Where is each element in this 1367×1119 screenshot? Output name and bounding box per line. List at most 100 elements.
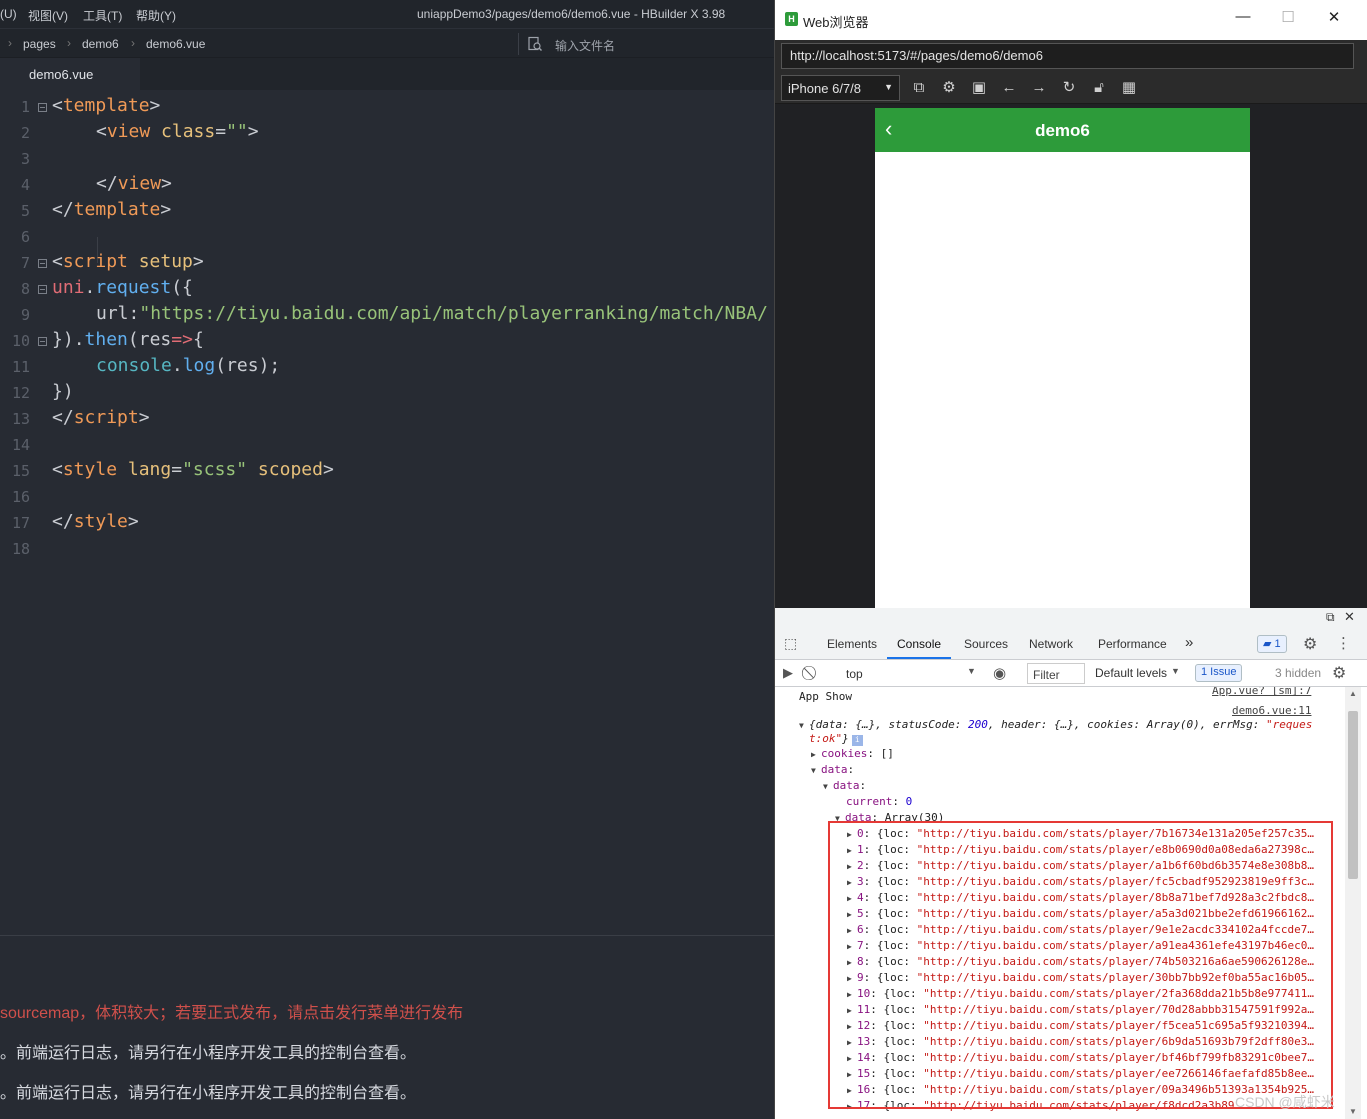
menu-item-view[interactable]: 视图(V): [28, 7, 68, 24]
hidden-count: 3 hidden: [1275, 666, 1322, 680]
info-icon[interactable]: i: [851, 735, 863, 746]
array-item-row[interactable]: ▶ 9: {loc: "http://tiyu.baidu.com/stats/p…: [847, 971, 1314, 984]
array-item-row[interactable]: ▶ 14: {loc: "http://tiyu.baidu.com/stats/…: [847, 1051, 1314, 1064]
item-url-hash: 9e1e2acdc334102a4fccde7…: [1155, 923, 1314, 936]
close-button[interactable]: ✕: [1319, 8, 1349, 30]
array-item-row[interactable]: ▶ 2: {loc: "http://tiyu.baidu.com/stats/p…: [847, 859, 1314, 872]
tab-sources[interactable]: Sources: [964, 637, 1008, 651]
fold-toggle-icon[interactable]: [38, 259, 47, 268]
maximize-button[interactable]: ☐: [1273, 8, 1303, 30]
item-loc-key: {loc:: [883, 1019, 924, 1032]
tab-demo6-vue[interactable]: demo6.vue: [0, 58, 140, 90]
tree-node-data[interactable]: ▼ data:: [811, 763, 854, 776]
console-output[interactable]: App Show App.vue? [sm]:7 demo6.vue:11 ▼{…: [775, 687, 1345, 1119]
code-line: 5 </template>: [0, 198, 774, 224]
line-number: 14: [11, 436, 30, 454]
breadcrumb-file[interactable]: demo6.vue: [146, 37, 205, 51]
item-url-prefix: "http://tiyu.baidu.com/stats/player/: [916, 859, 1156, 872]
messages-badge[interactable]: ▰ 1: [1257, 635, 1287, 653]
tab-performance[interactable]: Performance: [1098, 637, 1167, 651]
device-select[interactable]: iPhone 6/7/8 ▼: [781, 75, 900, 101]
item-index: 4: [857, 891, 864, 904]
line-number: 2: [20, 124, 30, 142]
terminal-icon[interactable]: ▣: [969, 78, 989, 98]
console-settings-icon[interactable]: ⚙: [1332, 663, 1346, 683]
array-item-row[interactable]: ▶ 5: {loc: "http://tiyu.baidu.com/stats/p…: [847, 907, 1314, 920]
item-index: 9: [857, 971, 864, 984]
back-arrow-icon[interactable]: ←: [999, 78, 1019, 98]
log-source-link[interactable]: demo6.vue:11: [1232, 704, 1311, 717]
log-response-summary-wrap: t:ok"} i: [809, 732, 863, 746]
scroll-down-icon[interactable]: ▼: [1349, 1107, 1357, 1116]
qr-code-icon[interactable]: ▦: [1119, 78, 1139, 98]
array-item-row[interactable]: ▶ 10: {loc: "http://tiyu.baidu.com/stats/…: [847, 987, 1314, 1000]
expand-caret-icon: ▼: [823, 782, 828, 791]
array-item-row[interactable]: ▶ 0: {loc: "http://tiyu.baidu.com/stats/p…: [847, 827, 1314, 840]
array-item-row[interactable]: ▶ 17: {loc: "http://tiyu.baidu.com/stats/…: [847, 1099, 1241, 1112]
scroll-thumb[interactable]: [1348, 711, 1358, 879]
tree-node-cookies[interactable]: ▶ cookies: []: [811, 747, 894, 760]
breadcrumb-demo6[interactable]: demo6: [82, 37, 119, 51]
array-item-row[interactable]: ▶ 11: {loc: "http://tiyu.baidu.com/stats/…: [847, 1003, 1314, 1016]
log-source-link[interactable]: App.vue? [sm]:7: [1212, 687, 1311, 697]
code-editor[interactable]: 1 <template> 2 <view class=""> 3 4 </vie…: [0, 90, 774, 935]
tab-elements[interactable]: Elements: [827, 637, 877, 651]
scroll-up-icon[interactable]: ▲: [1349, 689, 1357, 698]
code-line: 3: [0, 146, 774, 172]
console-log-line: 。前端运行日志，请另行在小程序开发工具的控制台查看。: [0, 1045, 417, 1062]
tree-node-data-inner[interactable]: ▼ data:: [823, 779, 866, 792]
open-external-icon[interactable]: ⧉: [909, 78, 929, 98]
code-line: 17 </style>: [0, 510, 774, 536]
phone-screen[interactable]: ‹ demo6: [875, 108, 1250, 608]
refresh-icon[interactable]: ↻: [1059, 78, 1079, 98]
fold-toggle-icon[interactable]: [38, 285, 47, 294]
devtools-window-strip: ⧉ ✕: [775, 608, 1367, 628]
forward-arrow-icon[interactable]: →: [1029, 78, 1049, 98]
line-number: 6: [20, 228, 30, 246]
default-levels-select[interactable]: Default levels: [1095, 666, 1167, 680]
eye-icon[interactable]: ◉: [993, 664, 1006, 682]
fold-toggle-icon[interactable]: [38, 103, 47, 112]
lock-icon[interactable]: 🔓︎: [1089, 78, 1109, 98]
array-item-row[interactable]: ▶ 8: {loc: "http://tiyu.baidu.com/stats/p…: [847, 955, 1314, 968]
url-input[interactable]: http://localhost:5173/#/pages/demo6/demo…: [781, 43, 1354, 69]
sidebar-toggle-icon[interactable]: ▶︎: [783, 665, 793, 681]
code-line: 11 console.log(res);: [0, 354, 774, 380]
devtools-settings-icon[interactable]: ⚙: [1303, 634, 1317, 654]
array-item-row[interactable]: ▶ 3: {loc: "http://tiyu.baidu.com/stats/p…: [847, 875, 1314, 888]
inspect-element-icon[interactable]: ⬚: [784, 635, 797, 652]
undock-icon[interactable]: ⧉: [1326, 610, 1335, 625]
minimize-button[interactable]: —: [1228, 8, 1258, 30]
context-select[interactable]: top: [846, 667, 863, 681]
more-tabs-icon[interactable]: »: [1185, 634, 1193, 651]
devtools-close-icon[interactable]: ✕: [1344, 609, 1355, 625]
array-item-row[interactable]: ▶ 6: {loc: "http://tiyu.baidu.com/stats/p…: [847, 923, 1314, 936]
array-item-row[interactable]: ▶ 12: {loc: "http://tiyu.baidu.com/stats/…: [847, 1019, 1314, 1032]
menu-item-tools[interactable]: 工具(T): [83, 7, 122, 24]
filter-input[interactable]: Filter: [1027, 663, 1085, 684]
array-item-row[interactable]: ▶ 4: {loc: "http://tiyu.baidu.com/stats/p…: [847, 891, 1314, 904]
kebab-menu-icon[interactable]: ⋮: [1336, 634, 1351, 652]
breadcrumb-pages[interactable]: pages: [23, 37, 56, 51]
array-item-row[interactable]: ▶ 1: {loc: "http://tiyu.baidu.com/stats/p…: [847, 843, 1314, 856]
tree-node-array[interactable]: ▼ data: Array(30): [835, 811, 944, 824]
expand-caret-icon: ▶: [847, 974, 852, 983]
console-scrollbar[interactable]: ▲ ▼: [1345, 687, 1361, 1119]
file-search-icon: [528, 36, 542, 51]
item-loc-key: {loc:: [883, 987, 924, 1000]
array-item-row[interactable]: ▶ 13: {loc: "http://tiyu.baidu.com/stats/…: [847, 1035, 1314, 1048]
tab-console[interactable]: Console: [897, 637, 941, 651]
menu-item-help[interactable]: 帮助(Y): [136, 7, 176, 24]
issues-badge[interactable]: 1 Issue: [1195, 664, 1243, 682]
chevron-right-icon: ›: [8, 36, 12, 50]
array-item-row[interactable]: ▶ 15: {loc: "http://tiyu.baidu.com/stats/…: [847, 1067, 1314, 1080]
item-url-prefix: "http://tiyu.baidu.com/stats/player/: [916, 827, 1156, 840]
log-response-summary[interactable]: ▼ {data: {…}, statusCode: 200, header: {……: [799, 718, 1312, 731]
tab-label: demo6.vue: [29, 67, 94, 82]
tab-network[interactable]: Network: [1029, 637, 1073, 651]
menu-item-u[interactable]: (U): [0, 7, 17, 21]
file-search-input[interactable]: 输入文件名: [518, 33, 774, 55]
array-item-row[interactable]: ▶ 7: {loc: "http://tiyu.baidu.com/stats/p…: [847, 939, 1314, 952]
settings-icon[interactable]: ⚙: [939, 78, 959, 98]
fold-toggle-icon[interactable]: [38, 337, 47, 346]
